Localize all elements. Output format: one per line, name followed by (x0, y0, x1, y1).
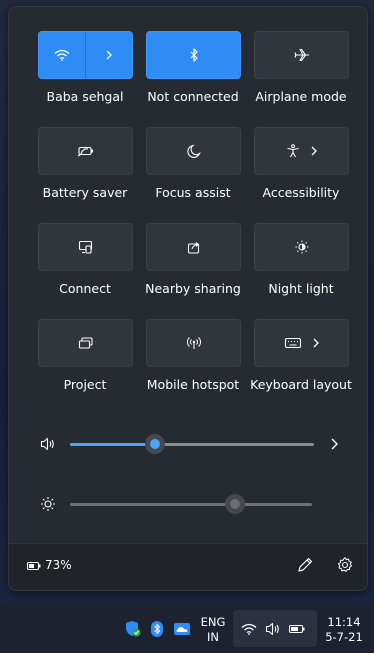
nearby-sharing-tile[interactable] (146, 223, 241, 271)
clock[interactable]: 11:14 5-7-21 (320, 615, 368, 645)
wifi-expand-button[interactable] (86, 32, 132, 78)
tile-label-battery-saver: Battery saver (42, 185, 128, 200)
tile-label-keyboard-layout: Keyboard layout (250, 377, 352, 392)
chevron-right-icon (312, 337, 320, 349)
tile-label-bluetooth: Not connected (147, 89, 239, 104)
tile-label-mobile-hotspot: Mobile hotspot (146, 377, 240, 392)
wifi-tray-icon (241, 623, 257, 635)
system-tray-status-group[interactable] (233, 610, 317, 647)
share-icon (187, 240, 201, 254)
quick-settings-panel: Baba sehgal Not connected Airplane mode … (8, 6, 368, 591)
clock-time: 11:14 (327, 615, 361, 629)
mobile-hotspot-tile[interactable] (146, 319, 241, 367)
accessibility-icon (286, 144, 300, 158)
language-code: ENG (200, 615, 226, 629)
airplane-tile[interactable] (254, 31, 349, 79)
battery-saver-icon (77, 145, 95, 157)
battery-saver-tile[interactable] (38, 127, 133, 175)
focus-assist-tile[interactable] (146, 127, 241, 175)
panel-footer: 73% (9, 543, 367, 590)
volume-slider-fill (70, 443, 156, 446)
pencil-icon[interactable] (296, 556, 314, 574)
speaker-icon[interactable] (40, 437, 56, 451)
brightness-slider-thumb[interactable] (224, 494, 245, 514)
tile-label-airplane: Airplane mode (255, 89, 347, 104)
keyboard-layout-tile[interactable] (254, 319, 349, 367)
bluetooth-icon (189, 48, 199, 62)
tile-label-project: Project (63, 377, 107, 392)
sun-icon (40, 496, 56, 512)
project-icon (78, 336, 94, 350)
desktop: Baba sehgal Not connected Airplane mode … (0, 0, 374, 653)
night-light-icon (294, 240, 310, 254)
battery-percent: 73% (45, 558, 72, 572)
volume-slider-thumb[interactable] (145, 434, 166, 454)
bluetooth-tray-icon[interactable] (150, 620, 164, 638)
night-light-tile[interactable] (254, 223, 349, 271)
tile-label-connect: Connect (59, 281, 111, 296)
tile-label-wifi: Baba sehgal (46, 89, 124, 104)
connect-tile[interactable] (38, 223, 133, 271)
taskbar: ENG IN 11:14 5-7-21 (0, 604, 374, 653)
tile-label-focus-assist: Focus assist (155, 185, 231, 200)
wifi-toggle[interactable] (39, 32, 85, 78)
accessibility-tile[interactable] (254, 127, 349, 175)
cast-icon (78, 240, 94, 254)
chevron-right-icon (105, 49, 113, 61)
moon-icon (186, 144, 201, 158)
battery-icon (27, 561, 41, 571)
chevron-right-icon (310, 145, 318, 157)
airplane-icon (293, 48, 310, 62)
tile-label-accessibility: Accessibility (262, 185, 340, 200)
project-tile[interactable] (38, 319, 133, 367)
tile-label-night-light: Night light (268, 281, 334, 296)
region-code: IN (207, 630, 219, 644)
volume-tray-icon (265, 622, 281, 636)
audio-output-chevron-icon[interactable] (329, 437, 339, 451)
clock-date: 5-7-21 (325, 630, 363, 644)
hotspot-icon (186, 336, 202, 350)
tile-label-nearby-sharing: Nearby sharing (145, 281, 241, 296)
onedrive-cloud-icon[interactable] (174, 623, 190, 635)
gear-icon[interactable] (336, 556, 354, 574)
language-indicator[interactable]: ENG IN (196, 615, 230, 645)
brightness-slider-track[interactable] (70, 503, 312, 506)
bluetooth-tile[interactable] (146, 31, 241, 79)
keyboard-icon (284, 337, 302, 349)
wifi-tile[interactable] (38, 31, 133, 79)
security-shield-icon[interactable] (124, 620, 142, 638)
wifi-icon (54, 49, 70, 61)
battery-tray-icon (289, 624, 305, 634)
